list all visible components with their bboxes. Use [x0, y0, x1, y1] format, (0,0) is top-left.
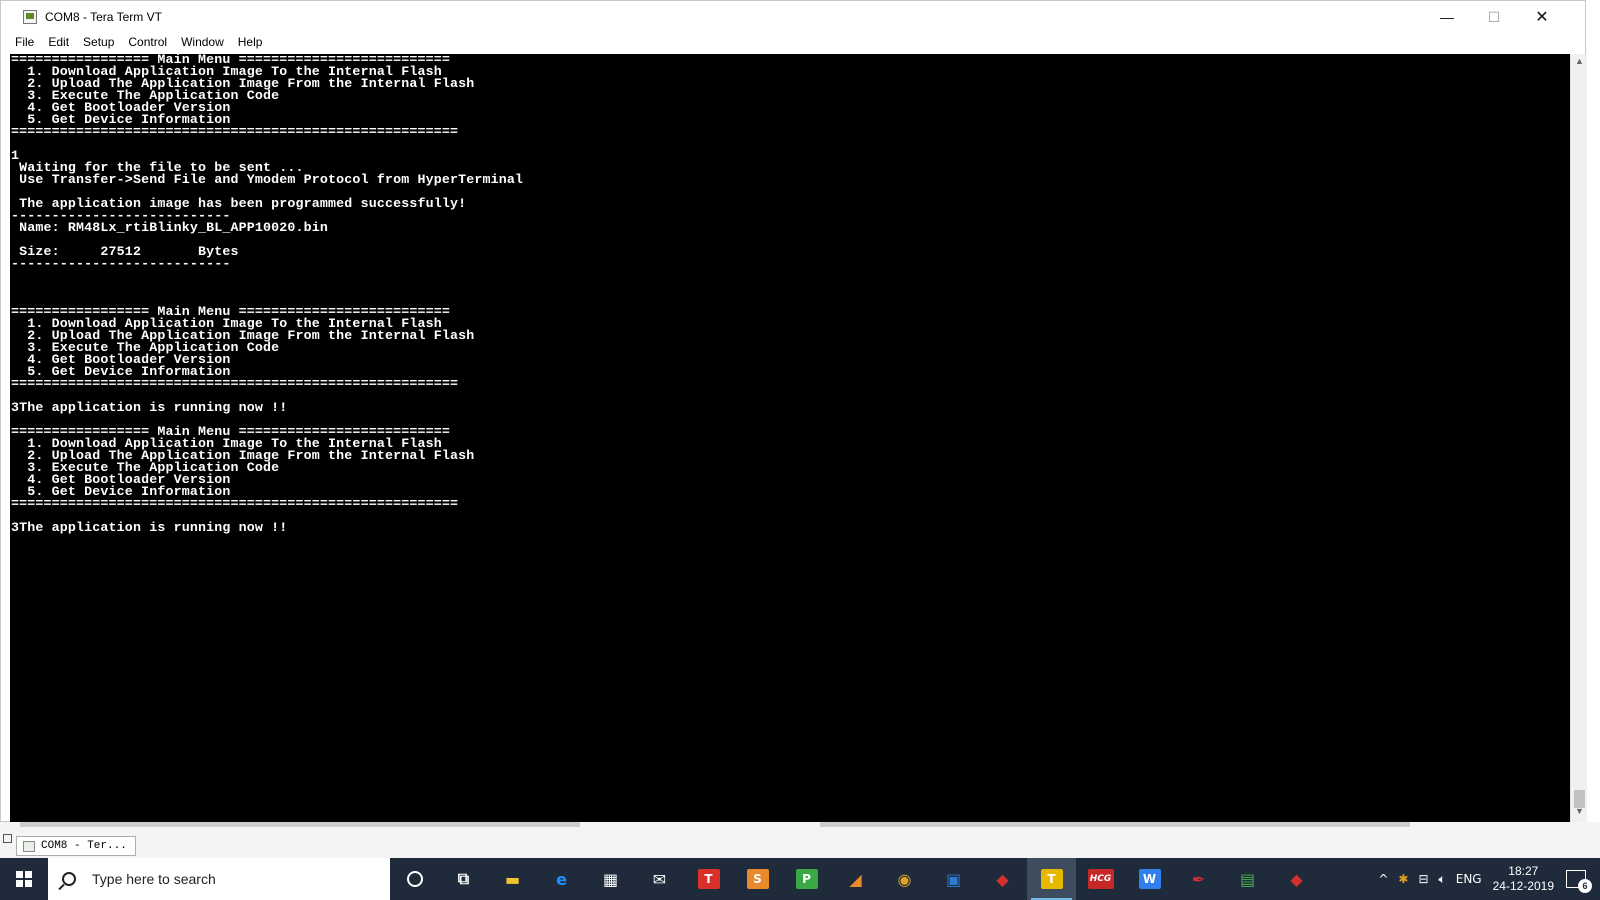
wps-spreadsheet-icon: S	[746, 869, 769, 889]
tera-term-icon: T	[1040, 869, 1063, 889]
taskbar-app-button[interactable]: W	[1125, 858, 1174, 900]
clock-date: 24-12-2019	[1492, 879, 1554, 893]
search-input[interactable]: Type here to search	[48, 858, 390, 900]
windows-logo-icon	[16, 871, 32, 887]
tera-term-app-icon[interactable]	[23, 10, 37, 24]
terminal-line: ========================================…	[11, 496, 459, 511]
task-view-icon: ⧉	[457, 869, 470, 888]
menu-bar: File Edit Setup Control Window Help	[1, 33, 1585, 52]
terminal-line: Name: RM48Lx_rtiBlinky_BL_APP10020.bin	[11, 220, 329, 235]
taskbar-app-button[interactable]: S	[733, 858, 782, 900]
search-placeholder: Type here to search	[92, 871, 216, 887]
edge-icon: e	[556, 869, 567, 889]
file-explorer-icon: ▬	[504, 869, 521, 889]
mail-icon: ✉	[652, 869, 667, 889]
menu-setup[interactable]: Setup	[76, 33, 121, 52]
taskbar-app-button[interactable]: ◆	[1272, 858, 1321, 900]
background-scrollbar	[20, 822, 580, 827]
cube-app-icon: ◆	[996, 869, 1009, 889]
window-title: COM8 - Tera Term VT	[45, 10, 162, 24]
tera-term-small-icon	[23, 840, 35, 852]
action-center-icon[interactable]: 6	[1566, 870, 1592, 893]
menu-help[interactable]: Help	[231, 33, 270, 52]
maximize-button[interactable]: ☐	[1471, 1, 1517, 33]
tera-term-window: COM8 - Tera Term VT — ☐ ✕ File Edit Setu…	[0, 0, 1587, 822]
taskbar-app-button[interactable]: P	[782, 858, 831, 900]
store-icon: ▦	[602, 869, 619, 889]
minimized-window-tab[interactable]: COM8 - Ter...	[16, 836, 136, 856]
scroll-up-arrow-icon[interactable]: ▲	[1571, 56, 1588, 70]
taskbar-app-button[interactable]: ▤	[1223, 858, 1272, 900]
menu-control[interactable]: Control	[121, 33, 174, 52]
language-indicator[interactable]: ENG	[1456, 872, 1482, 886]
chart-app-icon: ▤	[1239, 869, 1256, 889]
taskbar-app-button[interactable]: HCG	[1076, 858, 1125, 900]
cortana-circle-icon	[406, 871, 423, 887]
terminal-output: ================= Main Menu ============…	[11, 54, 523, 534]
taskbar-app-button[interactable]: T	[684, 858, 733, 900]
pinned-apps: ▬ e ▦ ✉ T S P ◢ ◉ ▣ ◆ T HCG W ✒ ▤ ◆	[488, 858, 1321, 900]
acrobat-icon: ✒	[1191, 869, 1206, 889]
taskbar-app-button[interactable]: ◉	[880, 858, 929, 900]
menu-edit[interactable]: Edit	[41, 33, 76, 52]
terminal-line: 3The application is running now !!	[11, 400, 288, 415]
menu-window[interactable]: Window	[174, 33, 231, 52]
taskbar-app-button[interactable]: e	[537, 858, 586, 900]
show-hidden-icons-chevron-icon[interactable]: ^	[1378, 872, 1388, 886]
notification-count-badge: 6	[1578, 879, 1592, 893]
cube-app-2-icon: ◆	[1290, 869, 1303, 889]
clock-time: 18:27	[1508, 864, 1539, 878]
hcg-icon: HCG	[1087, 869, 1114, 889]
terminal-line: 3The application is running now !!	[11, 520, 288, 535]
taskbar-app-button[interactable]: ▬	[488, 858, 537, 900]
background-scrollbar	[820, 822, 1410, 827]
taskbar-app-button[interactable]: ✒	[1174, 858, 1223, 900]
taskbar-app-button[interactable]: ▣	[929, 858, 978, 900]
background-app-area	[0, 822, 1600, 858]
taskbar-app-button[interactable]: T	[1027, 858, 1076, 900]
volume-icon[interactable]: 🔈︎	[1439, 872, 1446, 887]
title-bar[interactable]: COM8 - Tera Term VT — ☐ ✕	[1, 1, 1585, 33]
terminal-line: ========================================…	[11, 376, 459, 391]
window-app-icon: ▣	[945, 869, 962, 889]
start-button[interactable]	[0, 858, 48, 900]
task-view-button[interactable]: ⧉	[439, 858, 488, 900]
taskbar-app-button[interactable]: ✉	[635, 858, 684, 900]
network-icon[interactable]: ⊟	[1418, 872, 1428, 886]
chrome-icon: ◉	[897, 869, 912, 889]
taskbar-app-button[interactable]: ▦	[586, 858, 635, 900]
search-icon	[62, 872, 76, 886]
terminal-line: ---------------------------	[11, 256, 231, 271]
code-composer-icon: ◢	[849, 869, 862, 889]
terminal-line: Use Transfer->Send File and Ymodem Proto…	[11, 172, 524, 187]
terminal-line: ========================================…	[11, 124, 459, 139]
taskbar-app-button[interactable]: ◢	[831, 858, 880, 900]
minimize-button[interactable]: —	[1424, 1, 1470, 33]
taskbar-app-button[interactable]: ◆	[978, 858, 1027, 900]
taskbar: Type here to search ⧉ ▬ e ▦ ✉ T S P ◢ ◉ ▣ ◆ T HCG W ✒ ▤…	[0, 858, 1600, 900]
clock[interactable]: 18:27 24-12-2019	[1493, 864, 1554, 894]
cortana-button[interactable]	[390, 858, 439, 900]
menu-file[interactable]: File	[1, 33, 41, 52]
scroll-down-arrow-icon[interactable]: ▼	[1571, 806, 1588, 820]
vertical-scrollbar[interactable]: ▲ ▼	[1570, 54, 1587, 822]
wps-office-icon: W	[1138, 869, 1161, 889]
terminal-screen[interactable]: ================= Main Menu ============…	[10, 54, 1570, 822]
tray-app-icon[interactable]: ✱	[1398, 872, 1408, 886]
system-tray: ^ ✱ ⊟ 🔈︎ ENG 18:27 24-12-2019 6	[1373, 858, 1600, 900]
restore-icon[interactable]	[3, 834, 12, 843]
close-button[interactable]: ✕	[1519, 1, 1565, 33]
wps-writer-icon: T	[697, 869, 720, 889]
wps-presentation-icon: P	[795, 869, 818, 889]
minimized-window-label: COM8 - Ter...	[41, 840, 127, 852]
